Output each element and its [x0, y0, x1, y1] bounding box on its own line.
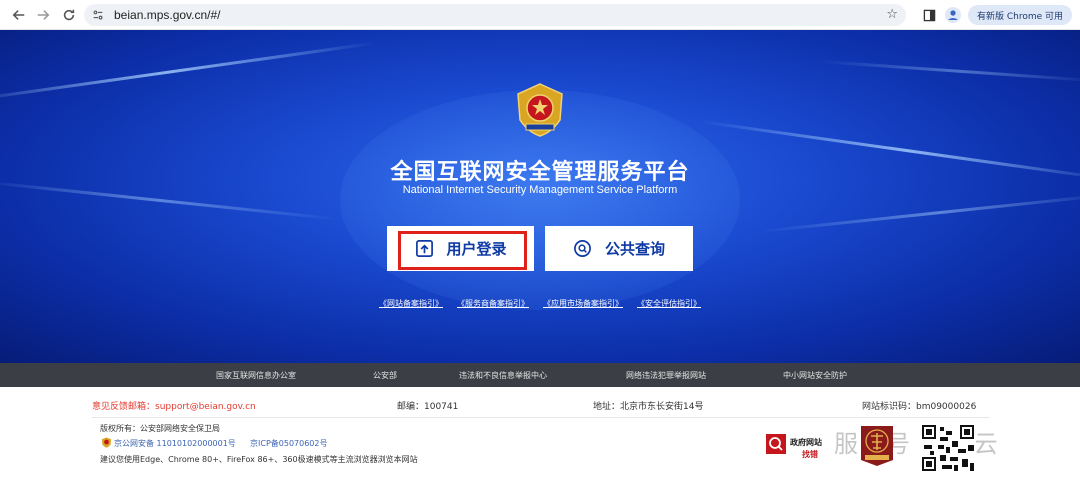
badge-line-2: 找错: [802, 450, 818, 459]
police-emblem-icon: [517, 83, 563, 137]
arrow-left-icon: [12, 10, 25, 20]
forward-button[interactable]: [30, 2, 56, 28]
gongan-beian-link[interactable]: 京公网安备 11010102000001号: [114, 438, 236, 449]
feedback-label: 意见反馈邮箱：: [92, 402, 156, 412]
guide-security-link[interactable]: 《安全评估指引》: [637, 298, 701, 309]
site-info-icon[interactable]: [92, 8, 106, 22]
browser-note: 建议您使用Edge、Chrome 80+、FireFox 86+、360极速模式…: [100, 455, 418, 464]
search-icon: [573, 239, 593, 259]
feedback-email: 意见反馈邮箱：support@beian.gov.cn: [92, 399, 256, 412]
hero-banner: [0, 30, 1080, 363]
back-button[interactable]: [6, 2, 32, 28]
address-bar[interactable]: beian.mps.gov.cn/#/ ☆: [84, 4, 906, 26]
bookmark-star-icon[interactable]: ☆: [886, 7, 898, 22]
login-icon: [414, 239, 434, 259]
guide-website-link[interactable]: 《网站备案指引》: [379, 298, 443, 309]
platform-subtitle: National Internet Security Management Se…: [402, 184, 678, 196]
avatar-icon: [945, 7, 961, 23]
chrome-update-button[interactable]: 有新版 Chrome 可用: [968, 5, 1072, 25]
footer-nav-report-center[interactable]: 违法和不良信息举报中心: [459, 370, 547, 381]
footer-nav-mps[interactable]: 公安部: [373, 370, 397, 381]
user-login-label: 用户登录: [446, 240, 507, 258]
site-id: 网站标识码：bm09000026: [862, 402, 977, 412]
platform-title: 全国互联网安全管理服务平台: [390, 160, 690, 185]
badge-line-1: 政府网站: [790, 438, 822, 447]
footer-nav-cybercrime[interactable]: 网络违法犯罪举报网站: [626, 370, 706, 381]
profile-button[interactable]: [944, 6, 962, 24]
icp-link[interactable]: 京ICP备05070602号: [250, 438, 328, 449]
footer-nav-cac[interactable]: 国家互联网信息办公室: [216, 370, 296, 381]
url-text: beian.mps.gov.cn/#/: [114, 8, 221, 22]
guide-provider-link[interactable]: 《服务商备案指引》: [457, 298, 529, 309]
feedback-email-link[interactable]: support@beian.gov.cn: [155, 402, 256, 412]
reload-button[interactable]: [56, 2, 82, 28]
footer-divider: [92, 417, 990, 418]
reload-icon: [63, 9, 75, 21]
postcode: 邮编：100741: [397, 402, 459, 412]
side-panel-icon: [923, 9, 935, 21]
hero-streak: [819, 60, 1080, 83]
police-badge-icon: [101, 437, 112, 448]
browser-toolbar: beian.mps.gov.cn/#/ ☆ 有新版 Chrome 可用: [0, 0, 1080, 30]
public-query-button[interactable]: 公共查询: [545, 226, 693, 271]
qr-code-icon: [920, 423, 976, 473]
side-panel-button[interactable]: [920, 6, 938, 24]
hero-streak: [759, 192, 1080, 233]
arrow-right-icon: [37, 10, 50, 20]
footer-nav-small-site[interactable]: 中小网站安全防护: [783, 370, 847, 381]
user-login-button[interactable]: 用户登录: [387, 226, 534, 271]
hero-streak: [0, 41, 377, 103]
copyright: 版权所有：公安部网络安全保卫局: [100, 424, 220, 433]
footer-nav-bar: 国家互联网信息办公室 公安部 违法和不良信息举报中心 网络违法犯罪举报网站 中小…: [0, 363, 1080, 387]
guide-appstore-link[interactable]: 《应用市场备案指引》: [543, 298, 623, 309]
guide-links: 《网站备案指引》 《服务商备案指引》 《应用市场备案指引》 《安全评估指引》: [0, 298, 1080, 309]
gov-seal-icon[interactable]: [857, 424, 897, 468]
address: 地址：北京市东长安街14号: [593, 402, 704, 412]
public-query-label: 公共查询: [604, 240, 665, 258]
